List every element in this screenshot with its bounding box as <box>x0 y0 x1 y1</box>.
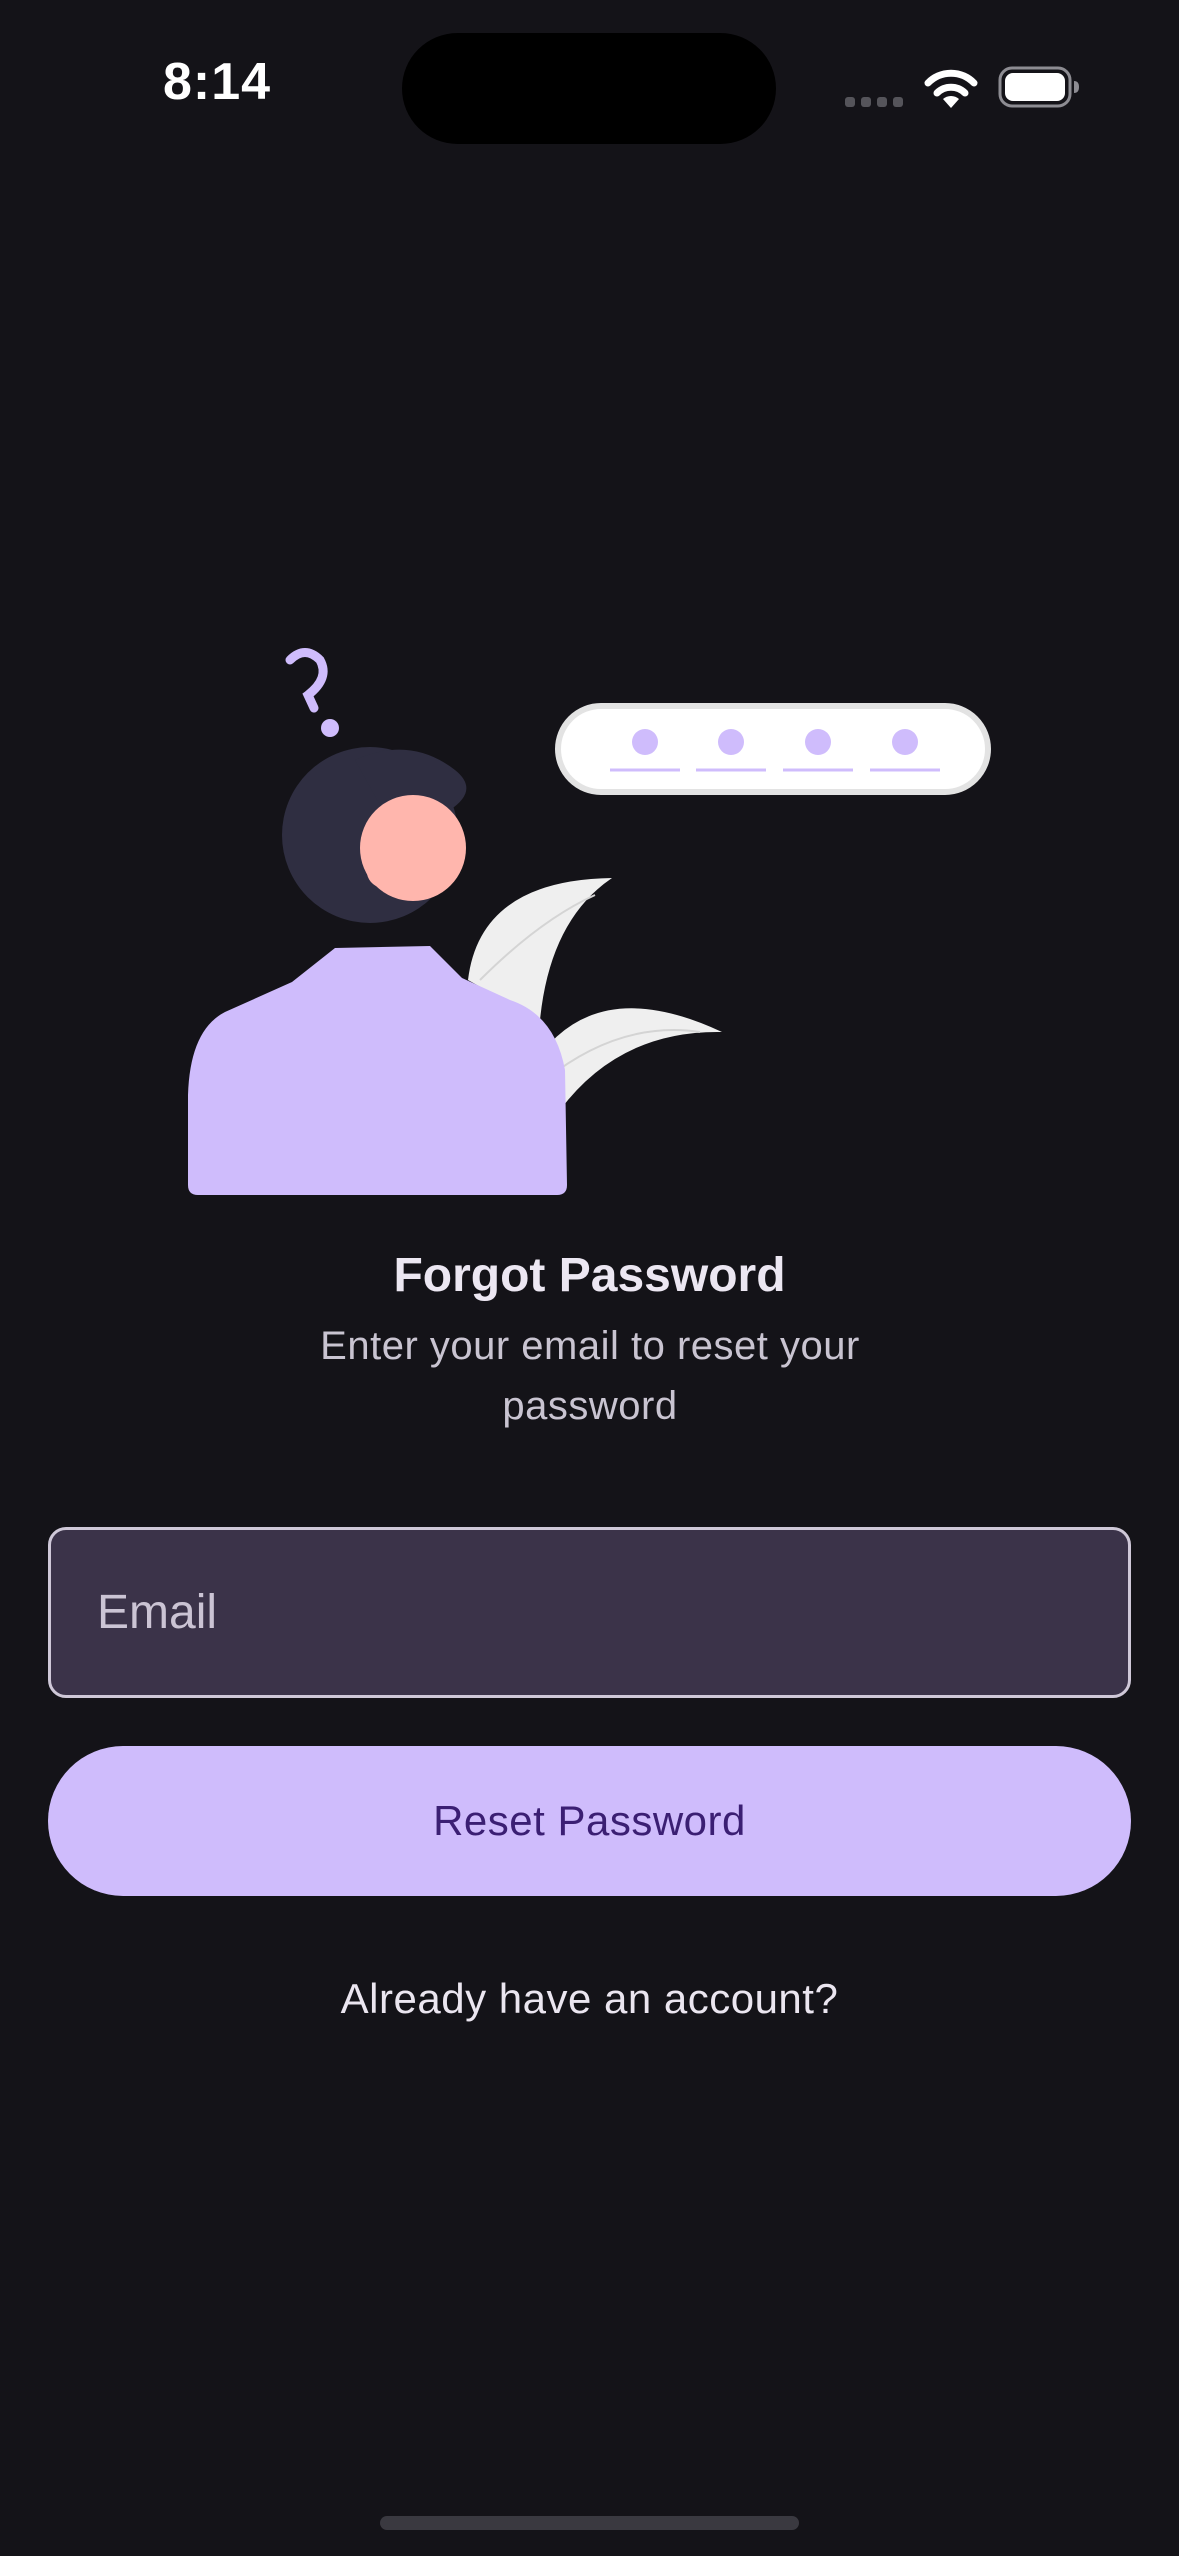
page-title: Forgot Password <box>393 1249 786 1302</box>
forgot-password-screen: 8:14 Forgot Password Enter your email to… <box>0 0 1179 2556</box>
home-indicator[interactable] <box>380 2516 799 2530</box>
cellular-signal-icon <box>845 97 903 107</box>
status-time: 8:14 <box>163 53 272 111</box>
page-subtitle: Enter your email to reset your password <box>320 1324 860 1428</box>
wifi-icon <box>924 69 978 108</box>
battery-icon <box>998 66 1079 108</box>
email-input[interactable] <box>51 1530 1128 1695</box>
already-have-account-link[interactable]: Already have an account? <box>0 1975 1179 2023</box>
forgot-password-illustration <box>188 648 991 1195</box>
email-field[interactable] <box>48 1527 1131 1698</box>
reset-password-button[interactable]: Reset Password <box>48 1746 1131 1896</box>
dynamic-island <box>402 33 776 144</box>
